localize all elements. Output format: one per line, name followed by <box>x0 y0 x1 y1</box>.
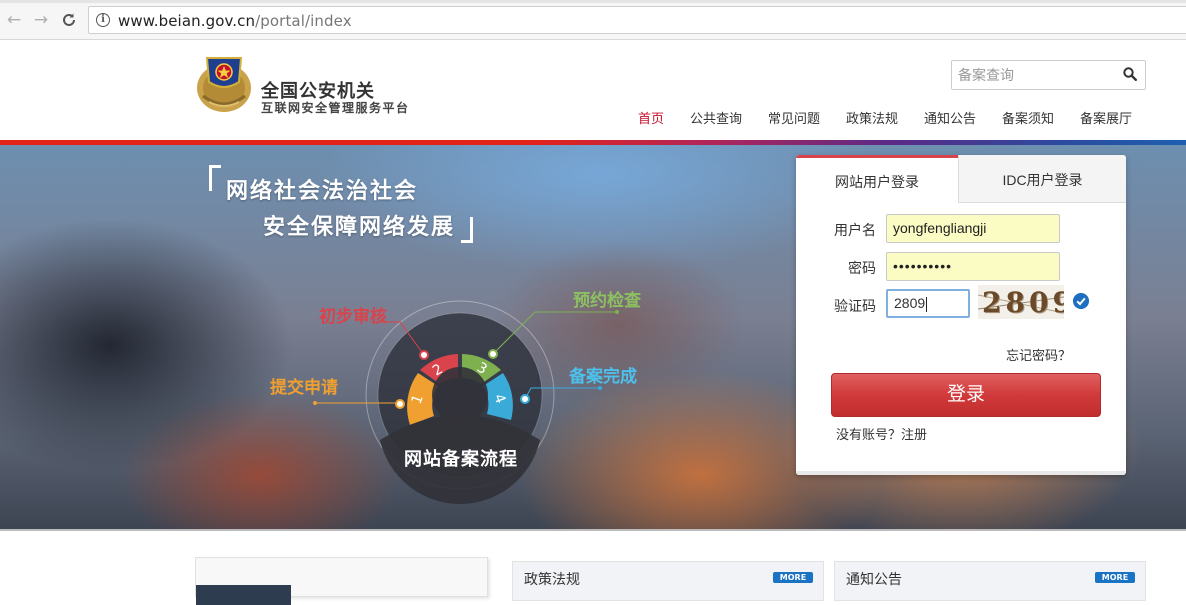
login-panel: 网站用户登录 IDC用户登录 用户名 yongfengliangji 密码 ••… <box>796 155 1126 475</box>
reload-icon <box>63 13 75 26</box>
step-3-label: 预约检查 <box>573 291 641 310</box>
search-input[interactable] <box>952 61 1117 89</box>
process-title: 网站备案流程 <box>404 449 518 469</box>
step-4-label: 备案完成 <box>569 367 637 386</box>
policy-panel-title: 政策法规 <box>524 571 580 587</box>
forgot-password-link[interactable]: 忘记密码？ <box>1006 345 1071 364</box>
captcha-image-text: 2809 <box>982 286 1064 319</box>
police-emblem-icon <box>197 57 251 112</box>
feature-card <box>195 557 488 605</box>
search-box <box>951 60 1146 90</box>
policy-panel: 政策法规 MORE <box>512 561 824 601</box>
nav-guide[interactable]: 备案须知 <box>1002 108 1054 127</box>
step-1-label: 提交申请 <box>270 378 338 397</box>
captcha-field[interactable]: 2809 <box>886 289 970 318</box>
search-icon[interactable] <box>1123 67 1137 81</box>
nav-notice[interactable]: 通知公告 <box>924 108 976 127</box>
nav-public-query[interactable]: 公共查询 <box>690 108 742 127</box>
register-link[interactable]: 没有账号？注册 <box>836 424 927 443</box>
main-nav: 首页 公共查询 常见问题 政策法规 通知公告 备案须知 备案展厅 <box>0 108 1186 128</box>
address-bar[interactable]: i www.beian.gov.cn/portal/index <box>88 6 1186 34</box>
username-field[interactable]: yongfengliangji <box>886 214 1060 243</box>
captcha-label: 验证码 <box>834 298 876 314</box>
policy-more-button[interactable]: MORE <box>773 572 813 583</box>
username-label: 用户名 <box>834 222 876 238</box>
back-button[interactable]: ← <box>4 10 24 30</box>
url-text[interactable]: www.beian.gov.cn/portal/index <box>118 12 352 30</box>
browser-toolbar: ← → i www.beian.gov.cn/portal/index <box>0 0 1186 40</box>
slogan-line1: 网络社会法治社会 <box>226 178 419 203</box>
info-icon[interactable]: i <box>96 13 110 27</box>
text-caret <box>926 296 928 312</box>
notice-panel-title: 通知公告 <box>846 571 902 587</box>
step-2-label: 初步审核 <box>319 307 387 326</box>
nav-faq[interactable]: 常见问题 <box>768 108 820 127</box>
login-button[interactable]: 登录 <box>831 373 1101 417</box>
password-label: 密码 <box>848 260 876 276</box>
panel-bottom-edge <box>796 471 1126 475</box>
site-header: 全国公安机关 互联网安全管理服务平台 首页 公共查询 常见问题 政策法规 通知公… <box>0 40 1186 140</box>
checkmark-icon <box>1073 293 1089 309</box>
slogan-line2: 安全保障网络发展 <box>263 214 456 239</box>
captcha-image[interactable]: 2809 <box>978 285 1064 319</box>
captcha-field-value: 2809 <box>894 295 926 311</box>
forward-button[interactable]: → <box>31 10 51 30</box>
password-field[interactable]: •••••••••• <box>886 252 1060 281</box>
notice-more-button[interactable]: MORE <box>1095 572 1135 583</box>
nav-home[interactable]: 首页 <box>638 108 664 127</box>
tab-strip <box>0 0 1186 3</box>
tab-idc-user-login[interactable]: IDC用户登录 <box>958 155 1126 203</box>
notice-panel: 通知公告 MORE <box>834 561 1146 601</box>
quote-bracket-open <box>209 165 221 191</box>
tab-site-user-login[interactable]: 网站用户登录 <box>796 155 958 203</box>
quote-bracket-close <box>461 217 473 243</box>
reload-button[interactable] <box>59 10 79 30</box>
feature-card-tab[interactable] <box>196 585 291 605</box>
banner-divider <box>0 529 1186 531</box>
nav-policy[interactable]: 政策法规 <box>846 108 898 127</box>
nav-showcase[interactable]: 备案展厅 <box>1080 108 1132 127</box>
